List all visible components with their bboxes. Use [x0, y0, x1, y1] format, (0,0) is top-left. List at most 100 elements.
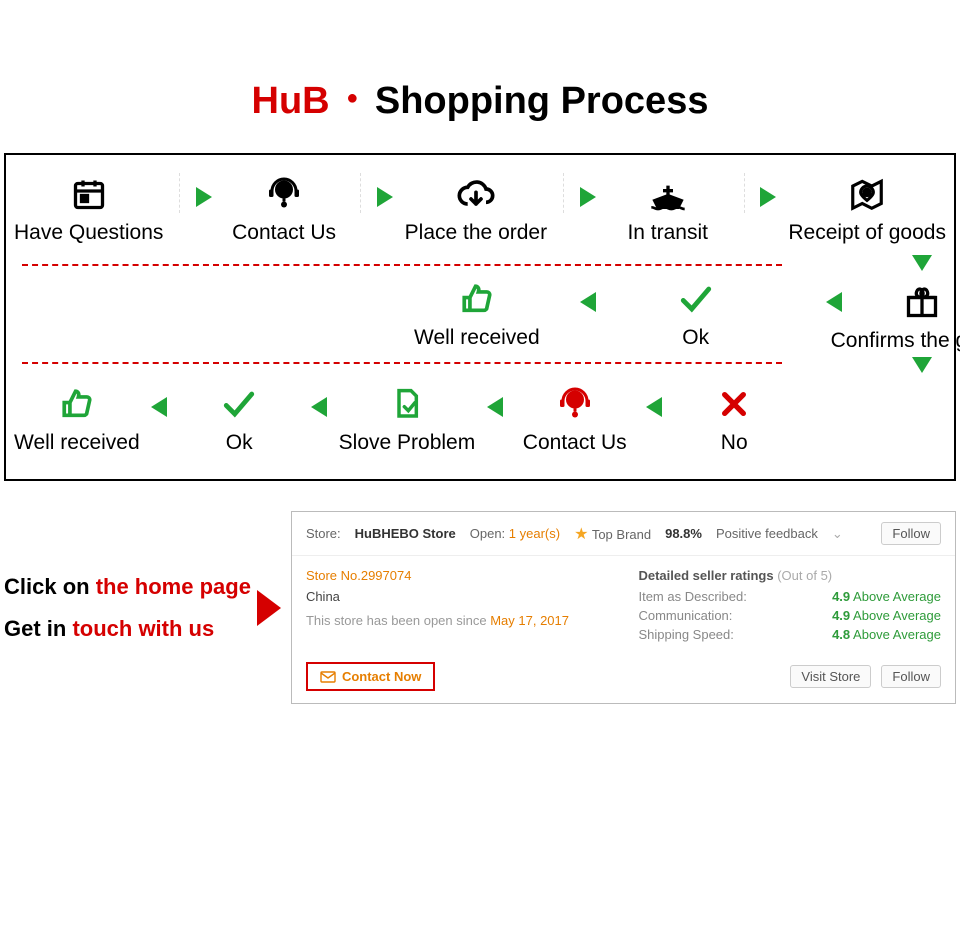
step-receipt-goods: Receipt of goods — [788, 173, 946, 245]
rating-note: Above Average — [853, 627, 941, 642]
step-label: Contact Us — [232, 221, 336, 245]
step-no: No — [674, 383, 794, 455]
arrow-down-icon — [912, 357, 932, 373]
map-pin-icon — [848, 173, 886, 215]
instruction-section: Click on the home page Get in touch with… — [0, 511, 960, 704]
chevron-down-icon[interactable]: ⌄ — [832, 526, 843, 542]
rating-row: Shipping Speed:4.8 Above Average — [638, 627, 941, 642]
calendar-icon — [71, 173, 107, 215]
step-solve-problem: Slove Problem — [339, 383, 476, 455]
step-label: Well received — [414, 326, 540, 350]
check-icon — [679, 278, 713, 320]
mail-icon — [320, 671, 336, 683]
x-icon — [718, 383, 750, 425]
step-label: Well received — [14, 431, 140, 455]
since-date: May 17, 2017 — [490, 613, 569, 628]
ship-icon — [648, 173, 688, 215]
store-country: China — [306, 589, 609, 604]
ratings-sub: (Out of 5) — [777, 568, 832, 583]
flow-middle: Well received Ok — [14, 245, 946, 383]
open-label: Open: — [470, 526, 505, 541]
store-no: Store No.2997074 — [306, 568, 609, 583]
flow-row-3: Well received Ok Slove Problem — [14, 383, 946, 455]
thumbs-up-icon — [60, 383, 94, 425]
open-value: 1 year(s) — [509, 526, 560, 541]
rating-row: Item as Described: 4.9 Above Average — [638, 589, 941, 604]
step-label: Receipt of goods — [788, 221, 946, 245]
step-label: Confirms the goods — [831, 329, 960, 353]
step-ok-bot: Ok — [179, 383, 299, 455]
instr-2a: Get in — [4, 616, 72, 641]
rating-score: 4.8 — [832, 627, 850, 642]
feedback-pct: 98.8% — [665, 526, 702, 541]
thumbs-up-icon — [460, 278, 494, 320]
rating-score: 4.9 — [832, 589, 850, 604]
rating-score: 4.9 — [832, 608, 850, 623]
arrow-right-icon — [196, 187, 212, 207]
dashed-divider — [22, 264, 782, 266]
confirm-column: Confirms the goods — [842, 245, 960, 383]
rating-label: Item as Described: — [638, 589, 746, 604]
store-label: Store: — [306, 526, 341, 541]
page-title: HuB ● Shopping Process — [0, 80, 960, 123]
contact-now-button[interactable]: Contact Now — [306, 662, 435, 691]
arrow-left-icon — [580, 292, 596, 312]
ratings-title: Detailed seller ratings — [638, 568, 773, 583]
divider — [563, 173, 564, 213]
instr-1b: the home page — [96, 574, 251, 599]
flow-row-1: Have Questions Contact Us Place the orde… — [14, 173, 946, 245]
step-label: No — [721, 431, 748, 455]
shopping-process-flow: Have Questions Contact Us Place the orde… — [4, 153, 956, 481]
store-footer: Contact Now Visit Store Follow — [292, 654, 955, 703]
store-name: HuBHEBO Store — [355, 526, 456, 541]
follow-button[interactable]: Follow — [881, 522, 941, 545]
check-icon — [222, 383, 256, 425]
rating-note: Above Average — [853, 589, 941, 604]
arrow-left-icon — [646, 397, 662, 417]
headset-icon — [266, 173, 302, 215]
step-contact-us: Contact Us — [224, 173, 344, 245]
step-contact-us-bot: Contact Us — [515, 383, 635, 455]
step-label: Ok — [226, 431, 253, 455]
rating-row: Communication: 4.9 Above Average — [638, 608, 941, 623]
rating-note: Above Average — [853, 608, 941, 623]
headset-icon — [557, 383, 593, 425]
step-well-received-bot: Well received — [14, 383, 140, 455]
step-confirms-goods: Confirms the goods — [831, 281, 960, 353]
step-label: Place the order — [405, 221, 547, 245]
step-in-transit: In transit — [608, 173, 728, 245]
rating-label: Communication: — [638, 608, 732, 623]
step-ok-mid: Ok — [636, 278, 756, 350]
step-label: Contact Us — [523, 431, 627, 455]
step-label: Have Questions — [14, 221, 163, 245]
follow-button-2[interactable]: Follow — [881, 665, 941, 688]
store-body: Store No.2997074 China This store has be… — [292, 556, 955, 654]
divider — [744, 173, 745, 213]
arrow-left-icon — [151, 397, 167, 417]
visit-store-button[interactable]: Visit Store — [790, 665, 871, 688]
dashed-divider — [22, 362, 782, 364]
step-label: In transit — [627, 221, 708, 245]
step-label: Slove Problem — [339, 431, 476, 455]
arrow-right-icon — [760, 187, 776, 207]
step-well-received-mid: Well received — [414, 278, 540, 350]
divider — [179, 173, 180, 213]
ratings-col: Detailed seller ratings (Out of 5) Item … — [638, 568, 941, 646]
title-brand: HuB — [252, 80, 330, 122]
arrow-right-icon — [580, 187, 596, 207]
instr-1a: Click on — [4, 574, 96, 599]
since-pre: This store has been open since — [306, 613, 490, 628]
store-card: Store: HuBHEBO Store Open: 1 year(s) ★ T… — [291, 511, 956, 704]
instr-2b: touch with us — [72, 616, 214, 641]
contact-now-label: Contact Now — [342, 669, 421, 684]
arrow-right-icon — [377, 187, 393, 207]
title-rest: Shopping Process — [375, 80, 709, 122]
cloud-download-icon — [456, 173, 496, 215]
feedback-label: Positive feedback — [716, 526, 818, 541]
star-icon: ★ — [574, 526, 588, 543]
arrow-down-icon — [912, 255, 932, 271]
arrow-right-icon — [257, 590, 281, 626]
divider — [360, 173, 361, 213]
arrow-left-icon — [487, 397, 503, 417]
store-info-col: Store No.2997074 China This store has be… — [306, 568, 609, 646]
